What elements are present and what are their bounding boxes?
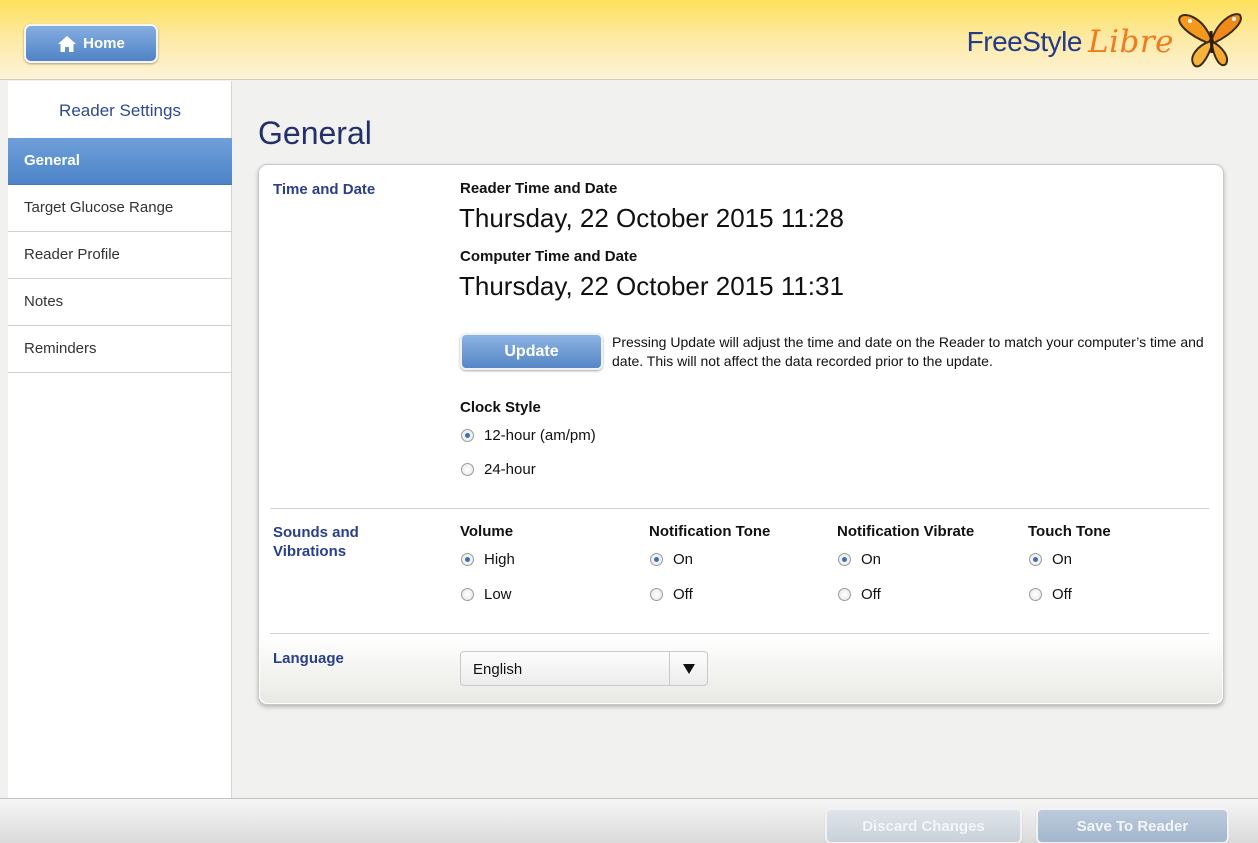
volume-low-option[interactable]: Low [461,586,512,603]
radio-label: High [484,551,515,568]
touch-tone-label: Touch Tone [1028,523,1111,540]
logo-word-freestyle: FreeStyle [966,26,1083,57]
radio-label: On [1052,551,1073,568]
volume-label: Volume [460,523,514,540]
language-section-label: Language [273,650,344,667]
clock-style-label: Clock Style [460,399,541,416]
sidebar-item-reader-profile[interactable]: Reader Profile [8,232,232,279]
freestyle-libre-logo: FreeStyle Libre [967,10,1244,74]
radio-label: Off [1052,586,1072,603]
touch-tone-on-option[interactable]: On [1029,551,1072,568]
notification-tone-off-option[interactable]: Off [650,586,693,603]
settings-sidebar: Reader Settings General Target Glucose R… [8,81,232,799]
radio-checked-icon [461,429,474,442]
radio-checked-icon [461,553,474,566]
radio-label: Off [861,586,881,603]
clock-style-12-hour-option[interactable]: 12-hour (am/pm) [461,427,596,444]
update-note: Pressing Update will adjust the time and… [612,334,1204,369]
footer-bar: Discard Changes Save To Reader [0,798,1258,843]
section-divider [270,633,1209,634]
page-title: General [258,115,372,151]
home-icon [57,35,77,53]
sidebar-item-notes[interactable]: Notes [8,279,232,326]
radio-label: On [673,551,694,568]
radio-label: On [861,551,882,568]
sounds-section-label-line2: Vibrations [273,543,347,560]
radio-unchecked-icon [650,588,663,601]
radio-checked-icon [1029,553,1042,566]
app-header: Home FreeStyle Libre [0,0,1258,80]
logo-word-libre: Libre [1087,24,1174,60]
notification-vibrate-on-option[interactable]: On [838,551,881,568]
notification-vibrate-label: Notification Vibrate [837,523,975,540]
language-row-background [260,635,1222,703]
clock-style-24-hour-option[interactable]: 24-hour [461,461,536,478]
radio-checked-icon [650,553,663,566]
computer-time-value: Thursday, 22 October 2015 11:31 [459,271,844,301]
reader-time-value: Thursday, 22 October 2015 11:28 [459,203,844,233]
touch-tone-off-option[interactable]: Off [1029,586,1072,603]
sounds-section-label: Sounds and Vibrations [273,523,359,561]
update-button[interactable]: Update [460,333,603,370]
language-select-value: English [473,661,523,678]
radio-unchecked-icon [461,588,474,601]
notification-vibrate-off-option[interactable]: Off [838,586,881,603]
language-select[interactable]: English [460,651,708,686]
radio-unchecked-icon [461,463,474,476]
radio-unchecked-icon [838,588,851,601]
reader-time-label: Reader Time and Date [460,180,618,197]
caret-down-icon [669,652,707,685]
save-to-reader-button[interactable]: Save To Reader [1036,808,1229,843]
radio-label: Low [484,586,512,603]
radio-checked-icon [838,553,851,566]
notification-tone-on-option[interactable]: On [650,551,693,568]
computer-time-label: Computer Time and Date [460,248,638,265]
sidebar-title: Reader Settings [59,101,181,120]
home-button-label: Home [83,35,125,52]
sidebar-item-target-glucose-range[interactable]: Target Glucose Range [8,185,232,232]
radio-label: 12-hour (am/pm) [484,427,596,444]
volume-high-option[interactable]: High [461,551,515,568]
home-button[interactable]: Home [24,24,158,63]
butterfly-icon [1174,9,1244,76]
sidebar-item-general[interactable]: General [8,138,232,185]
general-settings-card: Time and Date Reader Time and Date Thurs… [258,164,1224,705]
radio-unchecked-icon [1029,588,1042,601]
sidebar-item-reminders[interactable]: Reminders [8,326,232,373]
sidebar-nav: General Target Glucose Range Reader Prof… [8,138,232,373]
radio-label: 24-hour [484,461,536,478]
radio-label: Off [673,586,693,603]
section-divider [270,508,1209,509]
time-and-date-section-label: Time and Date [273,181,376,198]
notification-tone-label: Notification Tone [649,523,771,540]
discard-changes-button[interactable]: Discard Changes [825,808,1022,843]
sounds-section-label-line1: Sounds and [273,524,359,541]
